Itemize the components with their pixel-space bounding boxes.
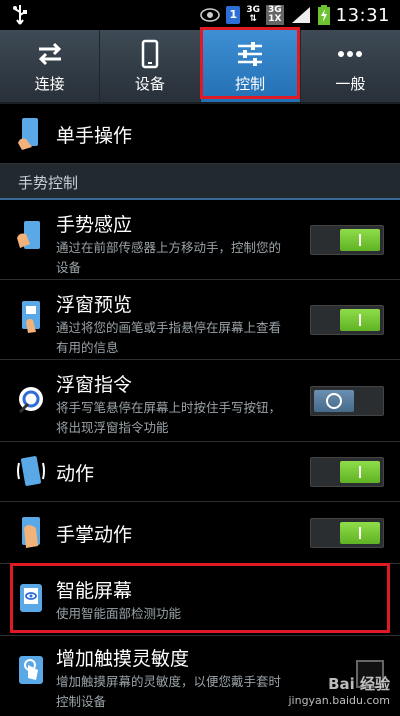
usb-icon bbox=[13, 5, 27, 25]
tab-device[interactable]: 设备 bbox=[100, 30, 201, 102]
list-item-palm-motion[interactable]: 手掌动作 bbox=[0, 502, 400, 564]
list-item-motion[interactable]: 动作 bbox=[0, 442, 400, 502]
item-description: 增加触摸屏幕的灵敏度，以便您戴手套时控制设备 bbox=[56, 674, 282, 709]
air-command-toggle[interactable] bbox=[310, 386, 384, 416]
clock: 13:31 bbox=[335, 4, 390, 26]
air-view-icon bbox=[22, 301, 40, 333]
motion-icon bbox=[17, 456, 45, 486]
tab-connections[interactable]: 连接 bbox=[0, 30, 101, 102]
sliders-icon bbox=[238, 41, 263, 66]
list-item-air-command[interactable]: 浮窗指令 将手写笔悬停在屏幕上时按住手写按钮，将出现浮窗指令功能 bbox=[0, 360, 400, 442]
network-type-2: 3G 1X bbox=[265, 5, 284, 25]
motion-toggle[interactable] bbox=[310, 457, 384, 487]
more-dots-icon bbox=[338, 50, 363, 57]
section-header-gesture: 手势控制 bbox=[0, 164, 400, 200]
signal-icon bbox=[291, 7, 310, 23]
palm-motion-icon bbox=[22, 517, 40, 548]
section-title: 手势控制 bbox=[18, 174, 79, 192]
one-hand-icon bbox=[18, 118, 38, 150]
item-description: 通过在前部传感器上方移动手，控制您的设备 bbox=[56, 240, 282, 275]
list-item-smart-screen[interactable]: 智能屏幕 使用智能面部检测功能 bbox=[0, 564, 400, 636]
gesture-sense-toggle[interactable] bbox=[310, 225, 384, 255]
list-item-gesture-sense[interactable]: 手势感应 通过在前部传感器上方移动手，控制您的设备 bbox=[0, 200, 400, 280]
watermark: Bai 经验 jingyan.baidu.com bbox=[288, 673, 390, 707]
item-title: 智能屏幕 bbox=[56, 580, 133, 602]
settings-list: 单手操作 手势控制 手势感应 通过在前部传感器上方移动手，控制您的设备 浮窗预览… bbox=[0, 104, 400, 716]
smart-stay-eye-icon bbox=[200, 8, 221, 22]
list-item-one-hand[interactable]: 单手操作 bbox=[0, 104, 400, 164]
hand-wave-icon bbox=[17, 221, 40, 249]
item-title: 增加触摸灵敏度 bbox=[56, 648, 190, 670]
settings-tab-bar: 连接 设备 控制 一般 bbox=[0, 30, 400, 104]
sim-card-icon: 1 bbox=[226, 6, 241, 24]
battery-icon bbox=[317, 5, 330, 25]
tab-controls[interactable]: 控制 bbox=[200, 30, 301, 102]
touch-glove-icon bbox=[19, 656, 43, 684]
watermark-url: jingyan.baidu.com bbox=[288, 694, 390, 707]
swap-arrows-icon bbox=[38, 42, 61, 65]
palm-motion-toggle[interactable] bbox=[310, 518, 384, 548]
item-title: 单手操作 bbox=[56, 125, 133, 147]
tab-general[interactable]: 一般 bbox=[301, 30, 400, 102]
air-command-icon bbox=[18, 387, 43, 414]
smart-screen-icon bbox=[20, 584, 42, 612]
list-item-air-view[interactable]: 浮窗预览 通过将您的画笔或手指悬停在屏幕上查看有用的信息 bbox=[0, 280, 400, 360]
tab-label: 一般 bbox=[335, 74, 366, 93]
tab-label: 设备 bbox=[134, 74, 165, 93]
phone-icon bbox=[141, 39, 159, 68]
network-type-1: 3G ⇅ bbox=[246, 5, 260, 24]
item-title: 动作 bbox=[56, 463, 95, 485]
tab-label: 控制 bbox=[235, 74, 266, 93]
status-icons: 1 3G ⇅ 3G 1X 13:31 bbox=[200, 3, 390, 27]
item-description: 使用智能面部检测功能 bbox=[56, 606, 182, 621]
item-description: 通过将您的画笔或手指悬停在屏幕上查看有用的信息 bbox=[56, 320, 282, 355]
item-description: 将手写笔悬停在屏幕上时按住手写按钮，将出现浮窗指令功能 bbox=[56, 400, 282, 435]
item-title: 浮窗预览 bbox=[56, 294, 133, 316]
air-view-toggle[interactable] bbox=[310, 305, 384, 335]
watermark-brand: Bai 经验 bbox=[328, 675, 390, 693]
item-title: 手势感应 bbox=[56, 214, 133, 236]
status-bar: 1 3G ⇅ 3G 1X 13:31 bbox=[0, 0, 400, 30]
item-title: 手掌动作 bbox=[56, 524, 133, 546]
item-title: 浮窗指令 bbox=[56, 374, 133, 396]
tab-label: 连接 bbox=[34, 74, 65, 93]
